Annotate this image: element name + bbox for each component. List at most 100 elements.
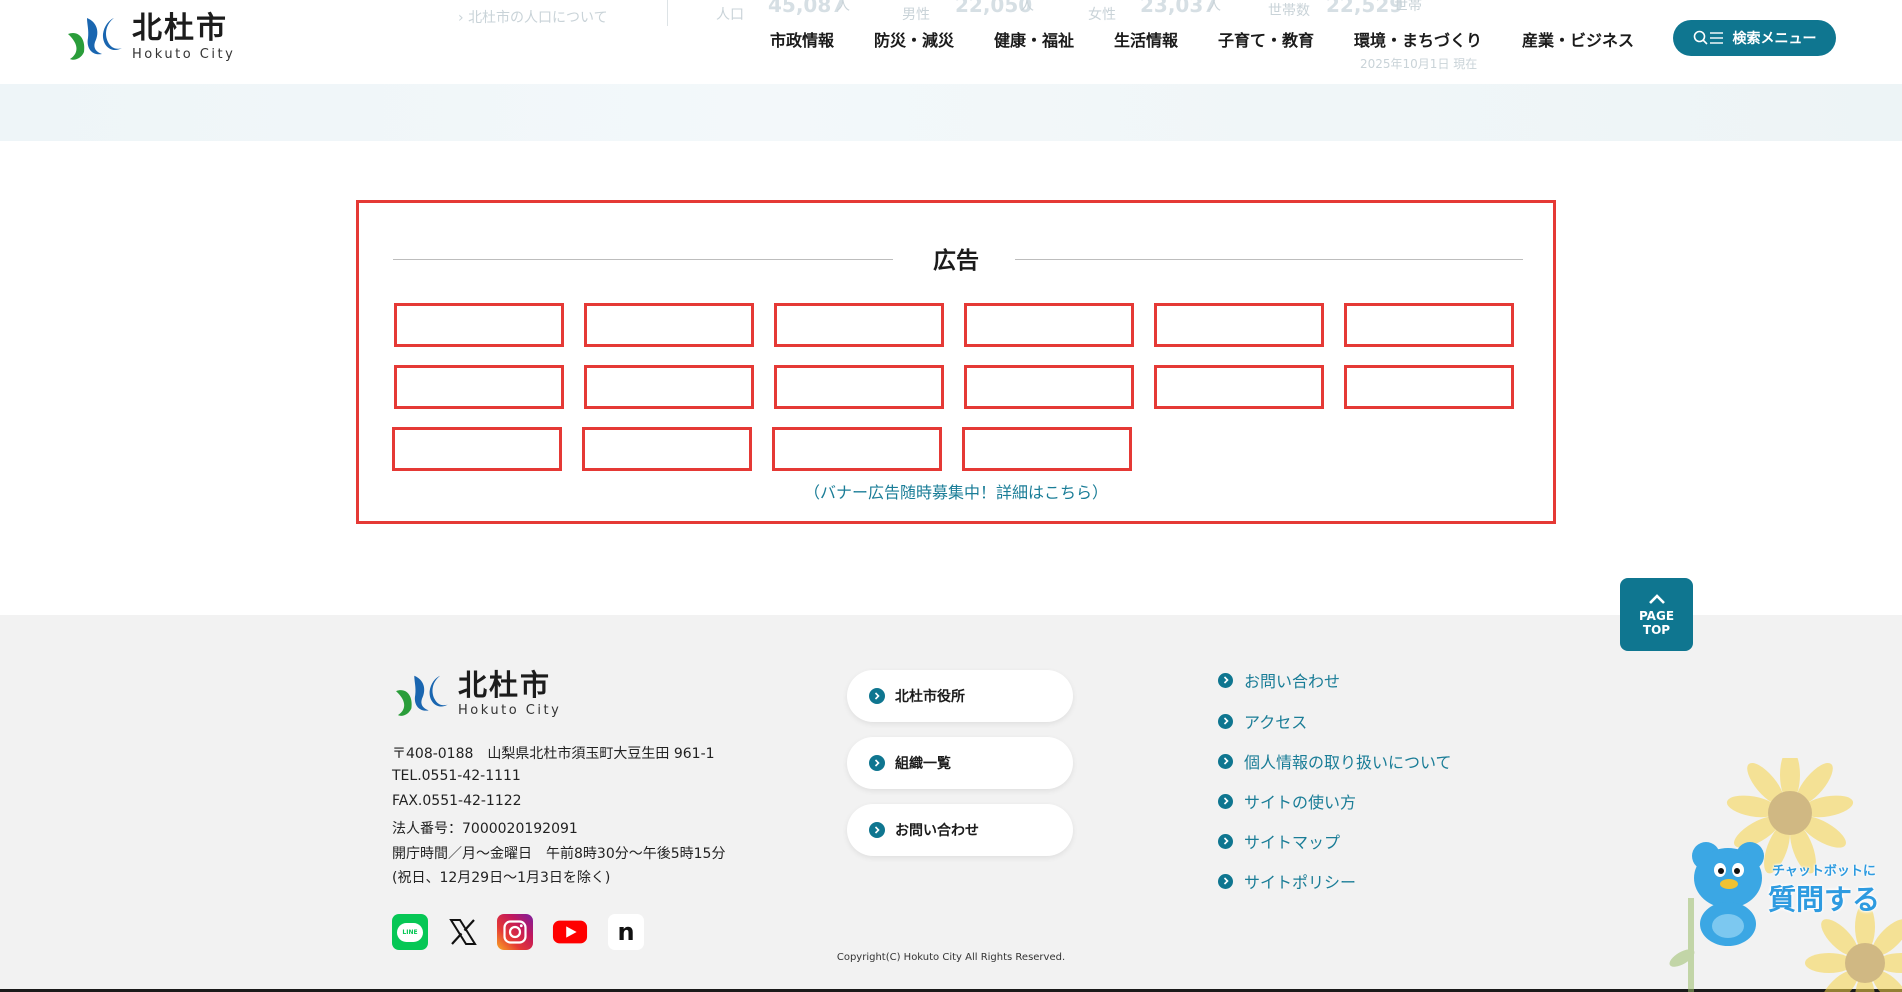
note-icon[interactable]: n [608,914,644,950]
footer-link-how-to-use[interactable]: サイトの使い方 [1218,789,1356,813]
ad-banner[interactable] [1154,365,1324,409]
footer-pill-label: 組織一覧 [895,756,951,772]
hero-image-strip [0,84,1902,141]
ad-section-title: 広告 [933,248,979,274]
ad-banner[interactable] [584,365,754,409]
households-label: 世帯数 [1268,3,1310,19]
population-value: 45,087 [768,0,846,17]
instagram-icon[interactable] [497,914,533,950]
footer-link-contact[interactable]: お問い合わせ [1218,668,1340,692]
line-icon[interactable]: LINE [392,914,428,950]
copyright: Copyright(C) Hokuto City All Rights Rese… [836,952,1066,963]
nav-environment-town[interactable]: 環境・まちづくり [1354,27,1482,51]
ad-banner[interactable] [584,303,754,347]
ad-banner[interactable] [392,427,562,471]
footer-logo-title: 北杜市 [458,668,552,702]
page-top-line1: PAGE [1638,609,1675,623]
nav-city-government[interactable]: 市政情報 [770,27,834,51]
footer-link-access[interactable]: アクセス [1218,709,1307,733]
ad-banner[interactable] [772,427,942,471]
male-label: 男性 [902,7,930,23]
chevron-right-icon [1218,793,1233,809]
ad-title-rule-right [1015,259,1523,260]
logo-title: 北杜市 [132,10,228,46]
nav-health-welfare[interactable]: 健康・福祉 [994,27,1074,51]
footer-link-site-policy[interactable]: サイトポリシー [1218,869,1356,893]
search-menu-button[interactable]: 検索メニュー [1673,20,1836,56]
footer-link-label: サイトの使い方 [1244,793,1357,812]
ad-section: 広告 （バナー広告随時募集中！詳細はこちら） [356,200,1556,524]
female-label: 女性 [1088,7,1116,23]
population-unit: 人 [836,0,850,14]
ad-recruit-link[interactable]: （バナー広告随時募集中！詳細はこちら） [359,479,1553,503]
chevron-right-icon [869,755,885,771]
line-icon-bubble: LINE [397,922,423,942]
logo-subtitle: Hokuto City [132,46,236,62]
instagram-glyph-icon [503,920,527,944]
chevron-right-icon [1218,833,1233,849]
note-glyph: n [617,918,635,946]
footer-link-label: サイトマップ [1244,833,1341,852]
footer-pill-label: お問い合わせ [895,823,979,839]
footer-link-privacy[interactable]: 個人情報の取り扱いについて [1218,749,1452,773]
footer-link-label: お問い合わせ [1244,672,1341,691]
ad-banner[interactable] [964,303,1134,347]
chevron-up-icon [1648,594,1665,604]
ad-banner[interactable] [394,365,564,409]
chatbot-label-line2: 質問する [1768,883,1881,916]
chevron-right-icon [1218,713,1233,729]
chevron-right-icon [1218,873,1233,889]
footer-link-sitemap[interactable]: サイトマップ [1218,829,1340,853]
ad-banner[interactable] [962,427,1132,471]
hokuto-logo-icon [396,675,448,716]
youtube-glyph-icon [552,920,588,944]
footer-link-label: 個人情報の取り扱いについて [1244,753,1452,772]
stats-divider [667,0,668,26]
footer-tel: TEL.0551-42-1111 [392,768,521,784]
ad-banner[interactable] [964,365,1134,409]
chatbot-label-line1: チャットボットに [1772,864,1876,879]
households-unit: 世帯 [1394,0,1422,14]
footer-logo[interactable]: 北杜市 Hokuto City [392,670,561,718]
ad-banner[interactable] [1344,303,1514,347]
footer-corp-number: 法人番号：7000020192091 [392,821,578,837]
search-menu-icon [1693,30,1723,45]
x-icon[interactable] [445,914,481,950]
page-top-line2: TOP [1642,623,1671,637]
population-link[interactable]: › 北杜市の人口について [458,7,608,27]
ad-banner[interactable] [1154,303,1324,347]
footer-pill-label: 北杜市役所 [895,689,965,705]
youtube-icon[interactable] [552,914,588,950]
nav-living-info[interactable]: 生活情報 [1114,27,1178,51]
footer-fax: FAX.0551-42-1122 [392,793,522,809]
nav-childcare-education[interactable]: 子育て・教育 [1218,27,1314,51]
footer-link-label: アクセス [1244,713,1308,732]
footer-address: 〒408-0188 山梨県北杜市須玉町大豆生田 961-1 [392,746,715,762]
footer-pill-city-hall[interactable]: 北杜市役所 [847,670,1073,722]
ad-banner[interactable] [1344,365,1514,409]
ad-banner[interactable] [774,365,944,409]
search-menu-label: 検索メニュー [1732,31,1817,47]
chevron-right-icon [869,822,885,838]
stats-as-of: 2025年10月1日 現在 [1360,57,1478,71]
footer-logo-subtitle: Hokuto City [458,703,562,718]
footer-holidays: (祝日、12月29日～1月3日を除く) [392,870,611,886]
ad-banner[interactable] [774,303,944,347]
site-logo[interactable]: 北杜市 Hokuto City [64,12,235,62]
footer-pill-organization[interactable]: 組織一覧 [847,737,1073,789]
ad-banner[interactable] [582,427,752,471]
page-top-button[interactable]: PAGE TOP [1620,578,1693,651]
nav-disaster-prevention[interactable]: 防災・減災 [874,27,954,51]
chevron-right-icon [1218,753,1233,769]
households-value: 22,529 [1326,0,1404,17]
footer-hours: 開庁時間／月～金曜日 午前8時30分～午後5時15分 [392,846,726,862]
footer-link-label: サイトポリシー [1244,873,1357,892]
chevron-right-icon [1218,672,1233,688]
nav-industry-business[interactable]: 産業・ビジネス [1522,27,1634,51]
female-unit: 人 [1207,0,1221,14]
ad-banner[interactable] [394,303,564,347]
chatbot-widget[interactable]: チャットボットに 質問する [1660,758,1902,992]
footer-pill-contact[interactable]: お問い合わせ [847,804,1073,856]
x-logo-icon [449,919,477,945]
chevron-right-icon [869,688,885,704]
